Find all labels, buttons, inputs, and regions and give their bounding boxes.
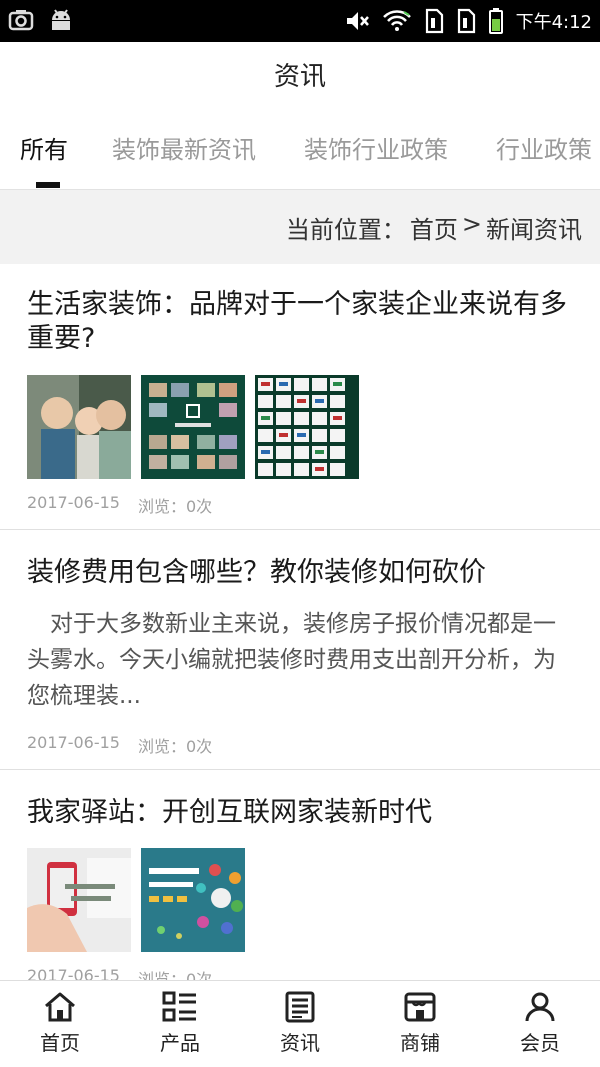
store-icon <box>404 992 436 1022</box>
tab-all[interactable]: 所有 <box>20 130 68 165</box>
breadcrumb-prefix: 当前位置： <box>285 216 406 244</box>
article-date: 2017-06-15 <box>27 493 120 512</box>
tab-decoration-policy[interactable]: 装饰行业政策 <box>304 130 448 165</box>
breadcrumb: 当前位置： 首页 > 新闻资讯 <box>286 210 582 245</box>
article-item[interactable]: 装修费用包含哪些？教你装修如何砍价 对于大多数新业主来说，装修房子报价情况都是一… <box>0 530 600 770</box>
tab-decoration-news[interactable]: 装饰最新资讯 <box>112 130 256 165</box>
breadcrumb-home-link[interactable]: 首页 <box>410 210 458 245</box>
nav-store-label: 商铺 <box>400 1031 440 1055</box>
article-date: 2017-06-15 <box>27 733 120 752</box>
category-tabs: 所有 装饰最新资讯 装饰行业政策 行业政策 <box>0 106 600 190</box>
camera-icon <box>8 10 34 31</box>
nav-news[interactable]: 资讯 <box>240 981 360 1067</box>
bottom-navigation: 首页 产品 资讯 商铺 会员 <box>0 980 600 1067</box>
breadcrumb-bar: 当前位置： 首页 > 新闻资讯 <box>0 190 600 264</box>
tab-industry-policy[interactable]: 行业政策 <box>496 130 592 165</box>
news-icon <box>285 991 315 1023</box>
battery-icon <box>488 8 503 34</box>
nav-products-label: 产品 <box>160 1031 200 1055</box>
page-header: 资讯 <box>0 42 600 106</box>
mute-icon <box>346 12 369 30</box>
nav-home-label: 首页 <box>40 1031 80 1055</box>
nav-member[interactable]: 会员 <box>480 981 600 1067</box>
member-icon <box>525 992 555 1022</box>
sim1-icon <box>425 8 443 34</box>
wifi-icon <box>382 10 411 31</box>
home-icon <box>45 992 75 1022</box>
sim2-icon <box>457 8 475 34</box>
brand-logo-collage-thumb[interactable] <box>141 375 245 479</box>
article-thumbnails <box>27 375 359 479</box>
nav-store[interactable]: 商铺 <box>360 981 480 1067</box>
nav-news-label: 资讯 <box>280 1031 320 1055</box>
article-title[interactable]: 我家驿站：开创互联网家装新时代 <box>27 796 576 830</box>
breadcrumb-current: 新闻资讯 <box>486 216 582 244</box>
article-meta: 2017-06-15 浏览：0次 <box>27 493 212 517</box>
android-icon <box>52 9 70 30</box>
article-views: 浏览：0次 <box>137 497 213 516</box>
breadcrumb-separator: > <box>461 210 482 238</box>
nav-member-label: 会员 <box>520 1031 560 1055</box>
article-summary: 对于大多数新业主来说，装修房子报价情况都是一头雾水。今天小编就把装修时费用支出剖… <box>27 611 556 709</box>
mindmap-diagram-thumb[interactable] <box>141 848 245 952</box>
family-photo-thumb[interactable] <box>27 375 131 479</box>
nav-home[interactable]: 首页 <box>0 981 120 1067</box>
nav-products[interactable]: 产品 <box>120 981 240 1067</box>
article-item[interactable]: 我家驿站：开创互联网家装新时代 2017-06-15 <box>0 770 600 1010</box>
article-views: 浏览：0次 <box>137 737 213 756</box>
article-thumbnails <box>27 848 245 952</box>
phone-in-hand-thumb[interactable] <box>27 848 131 952</box>
article-title[interactable]: 生活家装饰：品牌对于一个家装企业来说有多重要? <box>27 288 576 356</box>
brand-logos-grid-thumb[interactable] <box>255 375 359 479</box>
product-list-icon <box>162 991 196 1022</box>
article-item[interactable]: 生活家装饰：品牌对于一个家装企业来说有多重要? 2017-06-15 浏览：0次 <box>0 264 600 530</box>
page-title: 资讯 <box>273 61 326 92</box>
active-tab-indicator <box>36 182 60 188</box>
article-title[interactable]: 装修费用包含哪些？教你装修如何砍价 <box>27 556 576 590</box>
clock-time: 下午4:12 <box>515 12 592 33</box>
article-meta: 2017-06-15 浏览：0次 <box>27 733 212 757</box>
status-bar: 下午4:12 <box>0 0 600 42</box>
